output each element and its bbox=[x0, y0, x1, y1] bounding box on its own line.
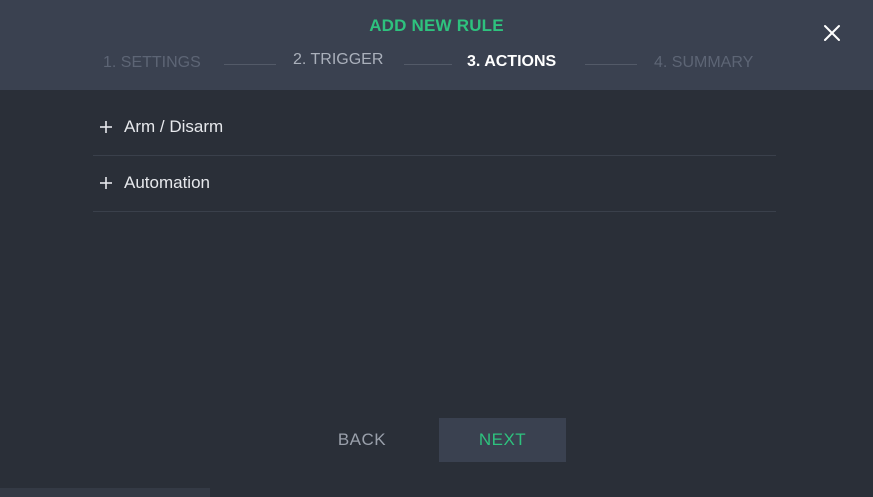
action-item-arm-disarm[interactable]: Arm / Disarm bbox=[93, 100, 776, 156]
close-button[interactable] bbox=[815, 16, 849, 50]
plus-icon bbox=[100, 121, 112, 133]
action-label: Arm / Disarm bbox=[124, 117, 224, 136]
next-button[interactable]: NEXT bbox=[439, 418, 566, 462]
add-rule-dialog: ADD NEW RULE 1. SETTINGS 2. TRIGGER 3. A… bbox=[0, 0, 873, 497]
step-connector bbox=[585, 64, 637, 65]
action-label: Automation bbox=[124, 173, 210, 192]
step-actions[interactable]: 3. ACTIONS bbox=[467, 53, 556, 71]
step-settings[interactable]: 1. SETTINGS bbox=[103, 54, 201, 72]
close-icon bbox=[824, 25, 840, 41]
bottom-shade bbox=[0, 488, 210, 497]
step-summary: 4. SUMMARY bbox=[654, 54, 754, 71]
step-connector bbox=[224, 64, 276, 65]
action-list: Arm / Disarm Automation bbox=[93, 100, 776, 212]
wizard-steps: 1. SETTINGS 2. TRIGGER 3. ACTIONS 4. SUM… bbox=[0, 48, 873, 76]
back-button[interactable]: BACK bbox=[312, 418, 412, 462]
step-trigger[interactable]: 2. TRIGGER bbox=[293, 51, 383, 69]
dialog-header: ADD NEW RULE 1. SETTINGS 2. TRIGGER 3. A… bbox=[0, 0, 873, 90]
step-connector bbox=[404, 64, 452, 65]
plus-icon bbox=[100, 177, 112, 189]
action-item-automation[interactable]: Automation bbox=[93, 156, 776, 212]
dialog-title: ADD NEW RULE bbox=[369, 16, 504, 35]
dialog-footer: BACK NEXT bbox=[0, 418, 873, 462]
